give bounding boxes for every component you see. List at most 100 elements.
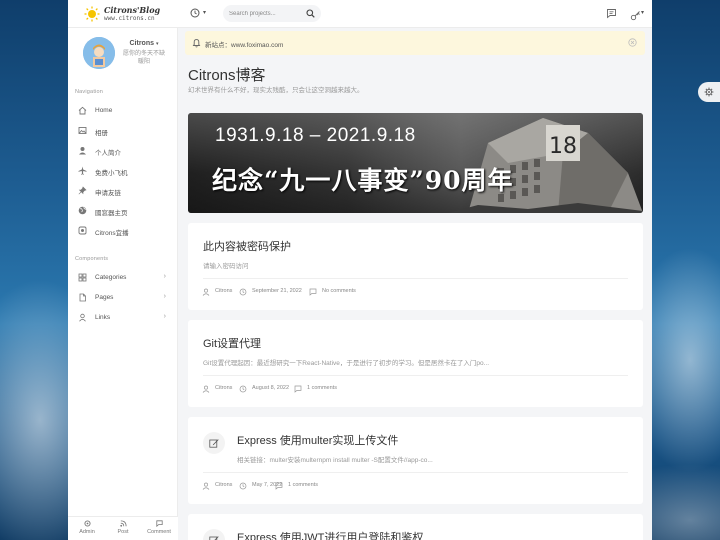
globe-icon: [78, 206, 87, 215]
avatar-illustration-icon: [83, 37, 115, 69]
message-icon[interactable]: [606, 8, 617, 19]
edit-icon-badge: [203, 432, 225, 454]
logo-subtitle: www.citrons.cn: [104, 15, 155, 22]
post-comments-text: No comments: [322, 288, 356, 294]
history-dropdown[interactable]: ▾: [190, 7, 210, 21]
user-icon: [202, 288, 210, 296]
post-card[interactable]: Git设置代理 Git设置代理起因：最近想研究一下React-Native，于是…: [188, 320, 643, 407]
chevron-right-icon: ›: [163, 313, 166, 320]
edit-icon: [209, 439, 219, 448]
banner-headline: 纪念“九一八事变”90周年: [212, 166, 514, 195]
chevron-down-icon: ▾: [203, 10, 207, 16]
sidebar-item-categories[interactable]: Categories ›: [68, 269, 178, 287]
gear-icon: [704, 87, 714, 97]
post-excerpt: 相关链接：multer安装multernpm install multer -S…: [237, 457, 433, 464]
search-box: [223, 5, 321, 22]
sidebar-item-links[interactable]: Links ›: [68, 309, 178, 327]
post-author-name: Citrons: [215, 288, 233, 294]
sidebar: Citrons ▾ 愿你的冬天不缺 暖阳 Navigation Home 相册 个…: [68, 28, 178, 540]
post-date-text: September 21, 2022: [252, 288, 302, 294]
post-comments-text: 1 comments: [307, 385, 337, 391]
post-card[interactable]: Express 使用multer实现上传文件 相关链接：multer安装mult…: [188, 417, 643, 504]
sidebar-item-plane[interactable]: 免费小飞机: [68, 162, 178, 180]
admin-label: Admin: [79, 529, 95, 535]
post-button[interactable]: Post: [105, 520, 141, 535]
sidebar-item-label: Links: [95, 314, 111, 321]
comment-icon: [275, 482, 283, 490]
site-logo[interactable]: Citrons'Blog www.citrons.cn: [84, 4, 164, 24]
profile-bio-line: 愿你的冬天不缺: [122, 50, 165, 57]
post-excerpt: Git设置代理起因：最近想研究一下React-Native，于是进行了初步的学习…: [203, 360, 490, 367]
person-icon: [79, 313, 86, 322]
post-card[interactable]: 此内容被密码保护 请输入密码访问 Citrons September 21, 2…: [188, 223, 643, 310]
featured-banner[interactable]: 18 1931.9.18 – 2021.9.18 纪念“九一八事变”90周年: [188, 113, 643, 213]
grid-icon: [78, 273, 87, 282]
notice-bar: 新站点：www.foximao.com: [185, 31, 645, 55]
user-icon: [202, 385, 210, 393]
clock-icon: [239, 385, 247, 393]
home-icon: [78, 106, 87, 115]
sidebar-item-home[interactable]: Home: [68, 102, 178, 120]
search-icon[interactable]: [306, 9, 315, 18]
post-date-text: August 8, 2022: [252, 385, 290, 391]
post-title[interactable]: 此内容被密码保护: [203, 238, 291, 254]
logo-title: Citrons'Blog: [104, 5, 161, 15]
components-heading: Components: [75, 256, 109, 262]
edit-icon-badge: [203, 529, 225, 540]
post-divider: [203, 375, 628, 376]
sidebar-item-label: 申请友链: [95, 190, 121, 197]
post-title[interactable]: Express 使用multer实现上传文件: [237, 432, 398, 448]
image-icon: [78, 127, 87, 134]
sidebar-item-label: Citrons宜播: [95, 230, 129, 237]
monument-number: 18: [549, 134, 577, 159]
app-icon: [78, 226, 87, 235]
sidebar-item-album[interactable]: 相册: [68, 122, 178, 140]
file-icon: [79, 293, 86, 302]
banner-date: 1931.9.18 – 2021.9.18: [215, 125, 416, 146]
admin-button[interactable]: Admin: [69, 520, 105, 535]
profile-name[interactable]: Citrons ▾: [120, 40, 168, 47]
post-meta: Citrons September 21, 2022 No comments: [202, 287, 622, 297]
key-icon: [630, 11, 640, 21]
sidebar-item-profile[interactable]: 个人简介: [68, 142, 178, 160]
avatar[interactable]: [83, 37, 115, 69]
comment-button[interactable]: Comment: [141, 520, 177, 535]
sidebar-item-pages[interactable]: Pages ›: [68, 289, 178, 307]
bell-icon: [192, 39, 201, 48]
search-input[interactable]: [229, 8, 303, 19]
chevron-down-icon: ▾: [641, 10, 645, 16]
sidebar-item-live[interactable]: Citrons宜播: [68, 222, 178, 240]
clock-icon: [239, 288, 247, 296]
post-meta: Citrons May 7, 2022 1 comments: [202, 481, 622, 491]
navigation-heading: Navigation: [75, 89, 103, 95]
sidebar-item-label: Pages: [95, 294, 114, 301]
chevron-right-icon: ›: [163, 273, 166, 280]
post-excerpt: 请输入密码访问: [203, 263, 249, 270]
pin-icon: [78, 186, 87, 195]
chevron-down-icon: ▾: [155, 41, 159, 47]
user-menu[interactable]: ▾: [630, 8, 648, 21]
post-comments-text: 1 comments: [288, 482, 318, 488]
sidebar-item-label: Home: [95, 107, 113, 114]
clock-icon: [190, 8, 200, 18]
post-author-name: Citrons: [215, 385, 233, 391]
post-title[interactable]: Git设置代理: [203, 335, 261, 351]
page-title: Citrons博客: [188, 67, 266, 84]
profile-name-text: Citrons: [129, 40, 154, 47]
comment-label: Comment: [147, 529, 171, 535]
post-card[interactable]: Express 使用JWT进行用户登陆和鉴权: [188, 514, 643, 540]
notice-text: 新站点：www.foximao.com: [205, 42, 284, 49]
post-title[interactable]: Express 使用JWT进行用户登陆和鉴权: [237, 529, 423, 540]
plane-icon: [78, 166, 87, 175]
sidebar-item-friend-links[interactable]: 申请友链: [68, 182, 178, 200]
sidebar-item-label: 國窓器主页: [95, 210, 128, 217]
close-icon[interactable]: [628, 38, 637, 47]
user-icon: [202, 482, 210, 490]
sidebar-item-homepage[interactable]: 國窓器主页: [68, 202, 178, 220]
profile-bio-line: 暖阳: [137, 58, 150, 65]
sidebar-item-label: Categories: [95, 274, 127, 281]
chevron-right-icon: ›: [163, 293, 166, 300]
comment-icon: [309, 288, 317, 296]
sidebar-footer: Admin Post Comment: [68, 516, 178, 540]
settings-toggle[interactable]: [698, 82, 720, 102]
